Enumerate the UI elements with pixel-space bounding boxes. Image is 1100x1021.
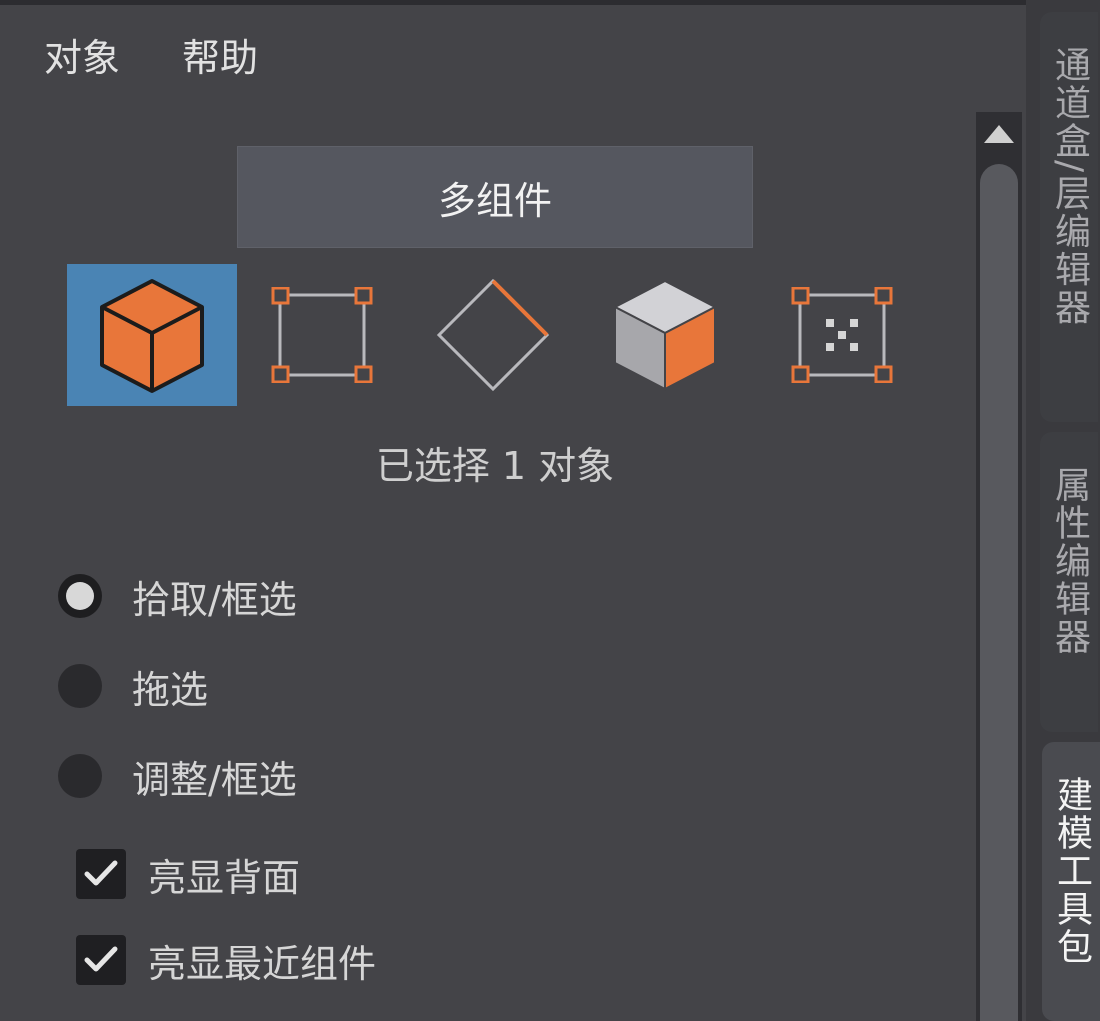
uv-mode-button[interactable]	[757, 264, 927, 406]
modeling-toolkit-window: 对象 帮助 多组件 已选择 1 对象 拾取/框选 拖选 调整/框选 亮显背面 亮…	[0, 0, 1100, 1021]
radio-drag[interactable]: 拖选	[58, 658, 208, 714]
uv-icon	[791, 287, 893, 383]
face-mode-button[interactable]	[580, 264, 750, 406]
tab-label: 建模工具包	[1051, 776, 1092, 966]
scrollbar-thumb[interactable]	[980, 164, 1018, 1021]
radio-label: 调整/框选	[132, 757, 297, 802]
right-dock-tabs: 通道盒/层编辑器 属性编辑器 建模工具包	[1026, 0, 1100, 1021]
checkmark-icon	[84, 946, 118, 972]
radio-label: 拖选	[132, 667, 209, 712]
checkbox-label: 亮显最近组件	[148, 941, 377, 986]
checkbox-highlight-backfaces[interactable]: 亮显背面	[76, 846, 300, 902]
scroll-up-arrow-icon[interactable]	[976, 112, 1022, 156]
vertical-scrollbar[interactable]	[976, 112, 1022, 1021]
tab-attribute-editor[interactable]: 属性编辑器	[1040, 432, 1098, 732]
vertex-icon	[271, 287, 373, 383]
radio-label: 拾取/框选	[132, 577, 297, 622]
radio-button-checked[interactable]	[58, 574, 102, 618]
checkmark-icon	[84, 860, 118, 886]
radio-button[interactable]	[58, 664, 102, 708]
menu-bar: 对象 帮助	[44, 30, 258, 86]
menu-help[interactable]: 帮助	[182, 30, 258, 86]
checkbox[interactable]	[76, 935, 126, 985]
menu-object[interactable]: 对象	[44, 30, 120, 86]
radio-button[interactable]	[58, 754, 102, 798]
tab-label: 属性编辑器	[1049, 466, 1090, 656]
tab-label: 通道盒/层编辑器	[1049, 46, 1090, 327]
radio-pick-marquee[interactable]: 拾取/框选	[58, 568, 297, 624]
radio-tweak-marquee[interactable]: 调整/框选	[58, 748, 297, 804]
multi-component-button[interactable]: 多组件	[237, 146, 753, 248]
edge-icon	[436, 278, 550, 392]
object-cube-icon	[100, 279, 204, 393]
top-border	[0, 0, 1100, 5]
face-cube-icon	[612, 279, 718, 391]
vertex-mode-button[interactable]	[237, 264, 407, 406]
selection-status-text: 已选择 1 对象	[375, 444, 615, 488]
checkbox-highlight-nearest-component[interactable]: 亮显最近组件	[76, 932, 376, 988]
checkbox[interactable]	[76, 849, 126, 899]
edge-mode-button[interactable]	[408, 264, 578, 406]
object-mode-button[interactable]	[67, 264, 237, 406]
tab-channel-box-layer-editor[interactable]: 通道盒/层编辑器	[1040, 12, 1098, 422]
tab-modeling-toolkit[interactable]: 建模工具包	[1042, 742, 1100, 1021]
checkbox-label: 亮显背面	[148, 855, 301, 900]
